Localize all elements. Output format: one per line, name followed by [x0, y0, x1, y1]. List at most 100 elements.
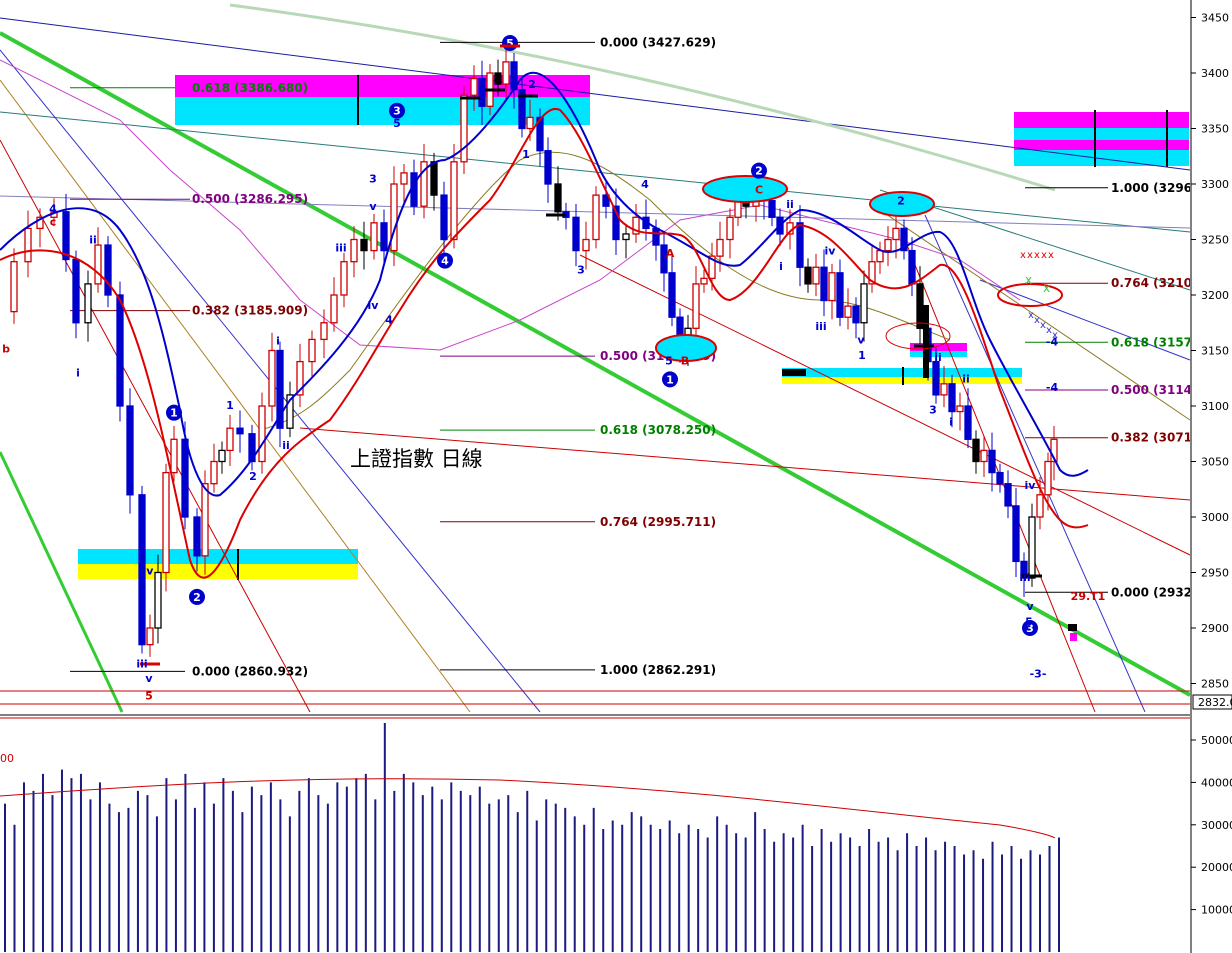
- axis-tick-label: 3000: [1201, 511, 1229, 524]
- wave-label: 5: [1025, 615, 1033, 628]
- axis-tick-label: 3100: [1201, 400, 1229, 413]
- wave-label: 3: [929, 403, 937, 416]
- wave-label: 4: [641, 178, 649, 191]
- wave-label: v: [145, 672, 153, 685]
- candle-body: [236, 427, 244, 435]
- wave-label: i: [76, 367, 80, 380]
- axis-tick-label: 3250: [1201, 234, 1229, 247]
- candle-body: [716, 238, 724, 257]
- candle-body: [940, 383, 948, 396]
- wave-label: iv: [143, 564, 155, 577]
- cross-marker: x: [1025, 273, 1032, 287]
- candle-body: [980, 449, 988, 463]
- wave-label: 2: [528, 78, 536, 91]
- candle-body: [972, 438, 980, 463]
- wave-label: iii: [136, 658, 147, 671]
- candle-body: [450, 161, 458, 241]
- axis-tick-label: 2850: [1201, 678, 1229, 691]
- wave-label: i: [276, 335, 280, 348]
- wave-label: v: [857, 333, 865, 346]
- wave-label: ii: [89, 234, 97, 247]
- wave-label: ii: [282, 439, 290, 452]
- volume-tick-label: 20000: [1201, 861, 1232, 874]
- candle-body: [652, 227, 660, 246]
- candle-body: [908, 249, 916, 285]
- candle-body: [104, 244, 112, 296]
- axis-tick-label: 3400: [1201, 67, 1229, 80]
- wave-label: b: [2, 342, 10, 355]
- candle-body: [700, 277, 708, 285]
- wave-label: 3: [577, 263, 585, 276]
- stock-chart: 0.000 (3427.629) 0.618 (3386.680) 0.500 (3…: [0, 0, 1232, 953]
- candle-body: [726, 216, 734, 241]
- candle-body: [1004, 483, 1012, 507]
- candle-body: [330, 294, 338, 324]
- candle-body: [350, 238, 358, 263]
- candle-body: [572, 216, 580, 252]
- cross-marker: x: [1041, 250, 1047, 261]
- candle-body: [460, 94, 468, 163]
- wave-circle-label: 2: [755, 165, 763, 178]
- wave-label: i: [779, 260, 783, 273]
- candle-body: [440, 194, 448, 241]
- cross-marker: x: [1020, 250, 1026, 261]
- volume-tick-label: 50000: [1201, 734, 1232, 747]
- candle-body: [1028, 516, 1036, 579]
- wave-label: 1: [858, 349, 866, 362]
- candle-body: [796, 222, 804, 268]
- wave-label: v: [369, 200, 377, 213]
- candle-body: [62, 211, 70, 261]
- small-marker: [1070, 633, 1077, 641]
- candle-body: [892, 227, 900, 241]
- band: [1014, 128, 1189, 140]
- wave-label: -3-: [1030, 668, 1047, 681]
- candle-body: [1012, 505, 1020, 563]
- wave-label: ii: [934, 351, 942, 364]
- volume-tick-label: 40000: [1201, 776, 1232, 789]
- candle-body: [592, 194, 600, 241]
- fib-label: 0.000 (3427.629): [600, 35, 716, 49]
- wave-label: 4: [385, 313, 393, 326]
- wave-label: 5: [145, 690, 153, 703]
- candle-body: [162, 471, 170, 574]
- candle-body: [932, 360, 940, 396]
- candle-body: [836, 272, 844, 318]
- wave-label: iii: [815, 320, 826, 333]
- wave-label: 2: [249, 470, 257, 483]
- wave-circle-label: 3: [393, 105, 401, 118]
- candle-body: [340, 261, 348, 296]
- cross-marker: x: [1048, 250, 1054, 261]
- wave-label: ii: [786, 198, 794, 211]
- candle-body: [964, 405, 972, 440]
- candle-body: [768, 199, 776, 218]
- candle-body: [828, 272, 836, 302]
- candle-body: [996, 471, 1004, 485]
- candle-body: [916, 283, 924, 329]
- wave-circle-label: 1: [170, 407, 178, 420]
- candle-body: [72, 258, 80, 324]
- candle-body: [170, 438, 178, 474]
- candle-body: [804, 266, 812, 285]
- candle-body: [116, 294, 124, 407]
- fib-label: 0.382 (3185.909): [192, 304, 308, 318]
- candle-body: [181, 438, 189, 518]
- volume-tick-label: 10000: [1201, 904, 1232, 917]
- wave-circle-label: 5: [506, 37, 514, 50]
- chart-title: 上證指數 日線: [350, 447, 483, 471]
- wave-label: iii: [335, 241, 346, 254]
- candle-body: [554, 183, 562, 213]
- axis-tick-label: 2950: [1201, 567, 1229, 580]
- candle-body: [478, 77, 486, 107]
- candle-body: [94, 244, 102, 285]
- fib-label: 0.618 (3386.680): [192, 81, 308, 95]
- candle-body: [622, 233, 630, 241]
- wave-label: ii: [962, 372, 970, 385]
- candle-body: [146, 627, 154, 646]
- band: [1014, 150, 1189, 166]
- band: [1014, 112, 1189, 128]
- volume-left-label: 00: [0, 752, 14, 765]
- candle-body: [308, 338, 316, 363]
- last-price-label: 2832.0: [1198, 696, 1232, 709]
- wave-label: c: [50, 216, 57, 229]
- wave-label: C: [755, 184, 763, 197]
